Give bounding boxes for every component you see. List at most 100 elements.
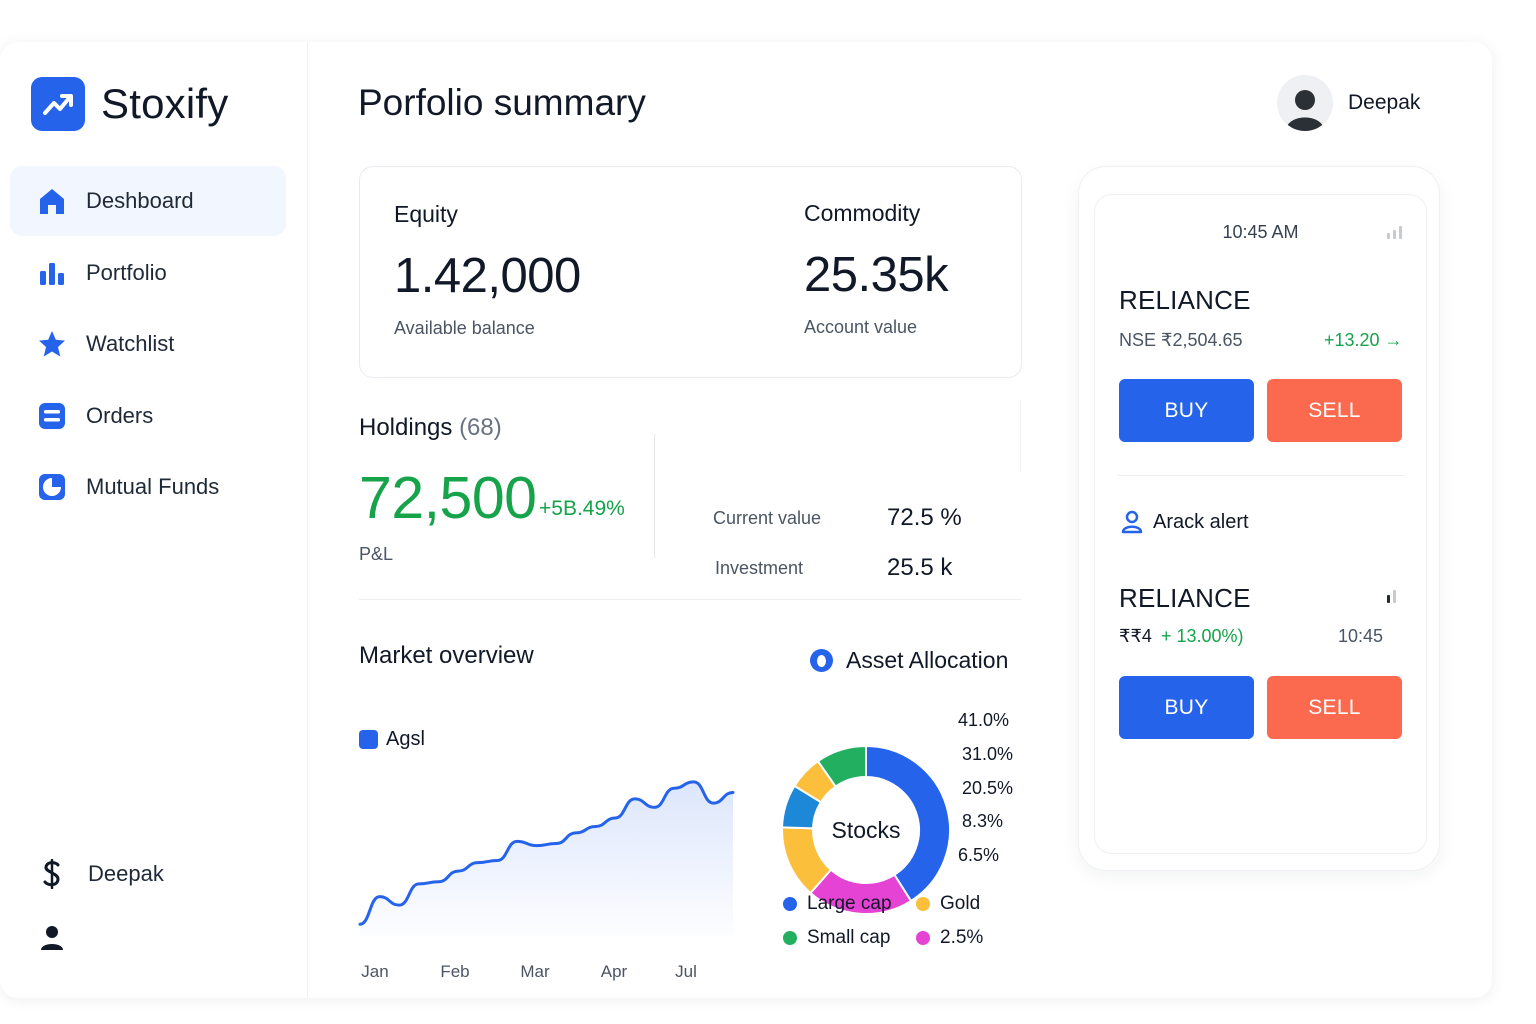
- allocation-percent: 6.5%: [958, 845, 1000, 865]
- metric-value: 25.5 k: [887, 554, 953, 581]
- holdings-divider: [654, 434, 655, 558]
- track-alert-row[interactable]: Arack alert: [1121, 510, 1249, 534]
- signal-icon: [1387, 226, 1402, 239]
- orders-icon: [36, 400, 68, 432]
- holdings-change: +5B.49%: [539, 497, 625, 520]
- sell-button[interactable]: SELL: [1267, 676, 1402, 739]
- home-icon: [36, 185, 68, 217]
- header-user-menu[interactable]: Deepak: [1277, 75, 1420, 131]
- metric-current-value: Current value 72.5 %: [713, 504, 962, 532]
- holdings-value: 72,500: [359, 465, 537, 531]
- sidebar-user[interactable]: Deepak: [36, 854, 164, 894]
- legend-label: Gold: [940, 893, 981, 914]
- allocation-donut-chart[interactable]: Stocks: [778, 742, 954, 918]
- signal-icon: [1387, 590, 1396, 603]
- allocation-legend-other[interactable]: 2.5%: [916, 927, 983, 949]
- x-axis-ticks: Jan Feb Mar Apr Jul: [361, 962, 697, 981]
- market-line-chart[interactable]: Jan Feb Mar Apr Jul: [355, 737, 735, 987]
- commodity-block: Commodity 25.35k Account value: [804, 200, 949, 338]
- legend-label: Large cap: [807, 893, 892, 914]
- buy-button[interactable]: BUY: [1119, 676, 1254, 739]
- chart-area: [360, 781, 733, 937]
- allocation-percent: 41.0%: [958, 710, 1010, 730]
- user-alert-icon: [1121, 510, 1143, 534]
- stock-time: 10:45: [1338, 626, 1384, 646]
- stock-change: +13.20 →: [1324, 330, 1403, 350]
- commodity-title: Commodity: [804, 200, 921, 226]
- brand[interactable]: Stoxify: [31, 77, 228, 131]
- dollar-sign-icon: [36, 858, 68, 890]
- allocation-legend-large-cap[interactable]: Large cap: [783, 893, 892, 915]
- equity-subtitle: Available balance: [394, 318, 535, 338]
- allocation-percent: 20.5%: [962, 778, 1014, 798]
- trade-panel-screen: 10:45 AM RELIANCE NSE ₹2,504.65 +13.20 →…: [1094, 194, 1427, 854]
- x-tick-label: Apr: [601, 962, 628, 981]
- app-window: Stoxify Deshboard Portfolio Watchlist Or…: [0, 42, 1492, 998]
- allocation-legend-small-cap[interactable]: Small cap: [783, 927, 890, 949]
- balance-card: Equity 1.42,000 Available balance Commod…: [359, 166, 1022, 378]
- allocation-percent: 31.0%: [962, 744, 1014, 764]
- legend-dot: [916, 931, 930, 945]
- allocation-icon: [810, 649, 833, 672]
- holdings-edge-divider: [1020, 400, 1021, 472]
- sidebar-item-label: Mutual Funds: [86, 474, 220, 499]
- equity-block: Equity 1.42,000 Available balance: [394, 201, 581, 339]
- metric-label: Investment: [715, 557, 804, 578]
- legend-label: Small cap: [807, 927, 891, 948]
- legend-dot: [783, 897, 797, 911]
- stock-symbol: RELIANCE: [1119, 285, 1251, 315]
- track-alert-label: Arack alert: [1153, 510, 1249, 533]
- stock-symbol: RELIANCE: [1119, 583, 1251, 613]
- sidebar-user-name: Deepak: [88, 861, 164, 886]
- status-time: 10:45 AM: [1222, 222, 1299, 242]
- sidebar-item-portfolio[interactable]: Portfolio: [10, 238, 286, 308]
- donut-center-label: Stocks: [831, 817, 900, 843]
- sidebar-item-label: Orders: [86, 402, 154, 428]
- user-icon[interactable]: [36, 922, 68, 954]
- allocation-percent: 8.3%: [962, 811, 1004, 831]
- sidebar-nav: Deshboard Portfolio Watchlist Orders Mut…: [10, 166, 286, 524]
- holdings-label: Holdings: [359, 414, 453, 441]
- metric-investment: Investment 25.5 k: [715, 554, 952, 582]
- sidebar: Stoxify Deshboard Portfolio Watchlist Or…: [0, 42, 308, 998]
- trending-up-icon: [31, 77, 85, 131]
- avatar: [1277, 75, 1333, 131]
- star-icon: [36, 328, 68, 360]
- sidebar-item-orders[interactable]: Orders: [10, 381, 286, 451]
- trade-panel: 10:45 AM RELIANCE NSE ₹2,504.65 +13.20 →…: [1078, 166, 1440, 871]
- legend-label: 2.5%: [940, 927, 984, 948]
- asset-allocation-header[interactable]: Asset Allocation: [810, 647, 1008, 674]
- commodity-subtitle: Account value: [804, 317, 918, 337]
- stock-price: ₹₹4: [1119, 626, 1152, 646]
- holdings-title: Holdings (68): [359, 414, 1022, 442]
- pl-label: P&L: [359, 544, 394, 564]
- x-tick-label: Jul: [675, 962, 697, 981]
- metric-value: 72.5 %: [887, 504, 962, 531]
- buy-button[interactable]: BUY: [1119, 379, 1254, 442]
- market-overview-title: Market overview: [359, 642, 534, 669]
- stock-change: + 13.00%): [1161, 626, 1244, 646]
- header-user-name: Deepak: [1348, 91, 1421, 114]
- x-tick-label: Jan: [361, 962, 388, 981]
- bar-chart-icon: [36, 257, 68, 289]
- sidebar-item-label: Deshboard: [86, 188, 194, 213]
- metric-label: Current value: [713, 507, 822, 528]
- sidebar-footer: Deepak: [36, 854, 164, 954]
- pie-chart-icon: [36, 471, 68, 503]
- equity-title: Equity: [394, 201, 458, 227]
- sidebar-item-label: Portfolio: [86, 259, 167, 285]
- panel-divider: [1117, 475, 1405, 476]
- sidebar-item-label: Watchlist: [86, 331, 175, 356]
- sidebar-item-watchlist[interactable]: Watchlist: [10, 309, 286, 379]
- page-title: Porfolio summary: [358, 82, 646, 123]
- allocation-legend-gold[interactable]: Gold: [916, 893, 980, 915]
- sell-button[interactable]: SELL: [1267, 379, 1402, 442]
- holdings-count: (68): [459, 414, 502, 441]
- sidebar-item-dashboard[interactable]: Deshboard: [10, 166, 286, 236]
- user-avatar-icon: [1286, 90, 1324, 131]
- stock-exchange-price: NSE ₹2,504.65: [1119, 330, 1243, 350]
- x-tick-label: Mar: [520, 962, 550, 981]
- sidebar-item-mutual-funds[interactable]: Mutual Funds: [10, 452, 286, 522]
- x-tick-label: Feb: [440, 962, 469, 981]
- app-name: Stoxify: [101, 80, 229, 127]
